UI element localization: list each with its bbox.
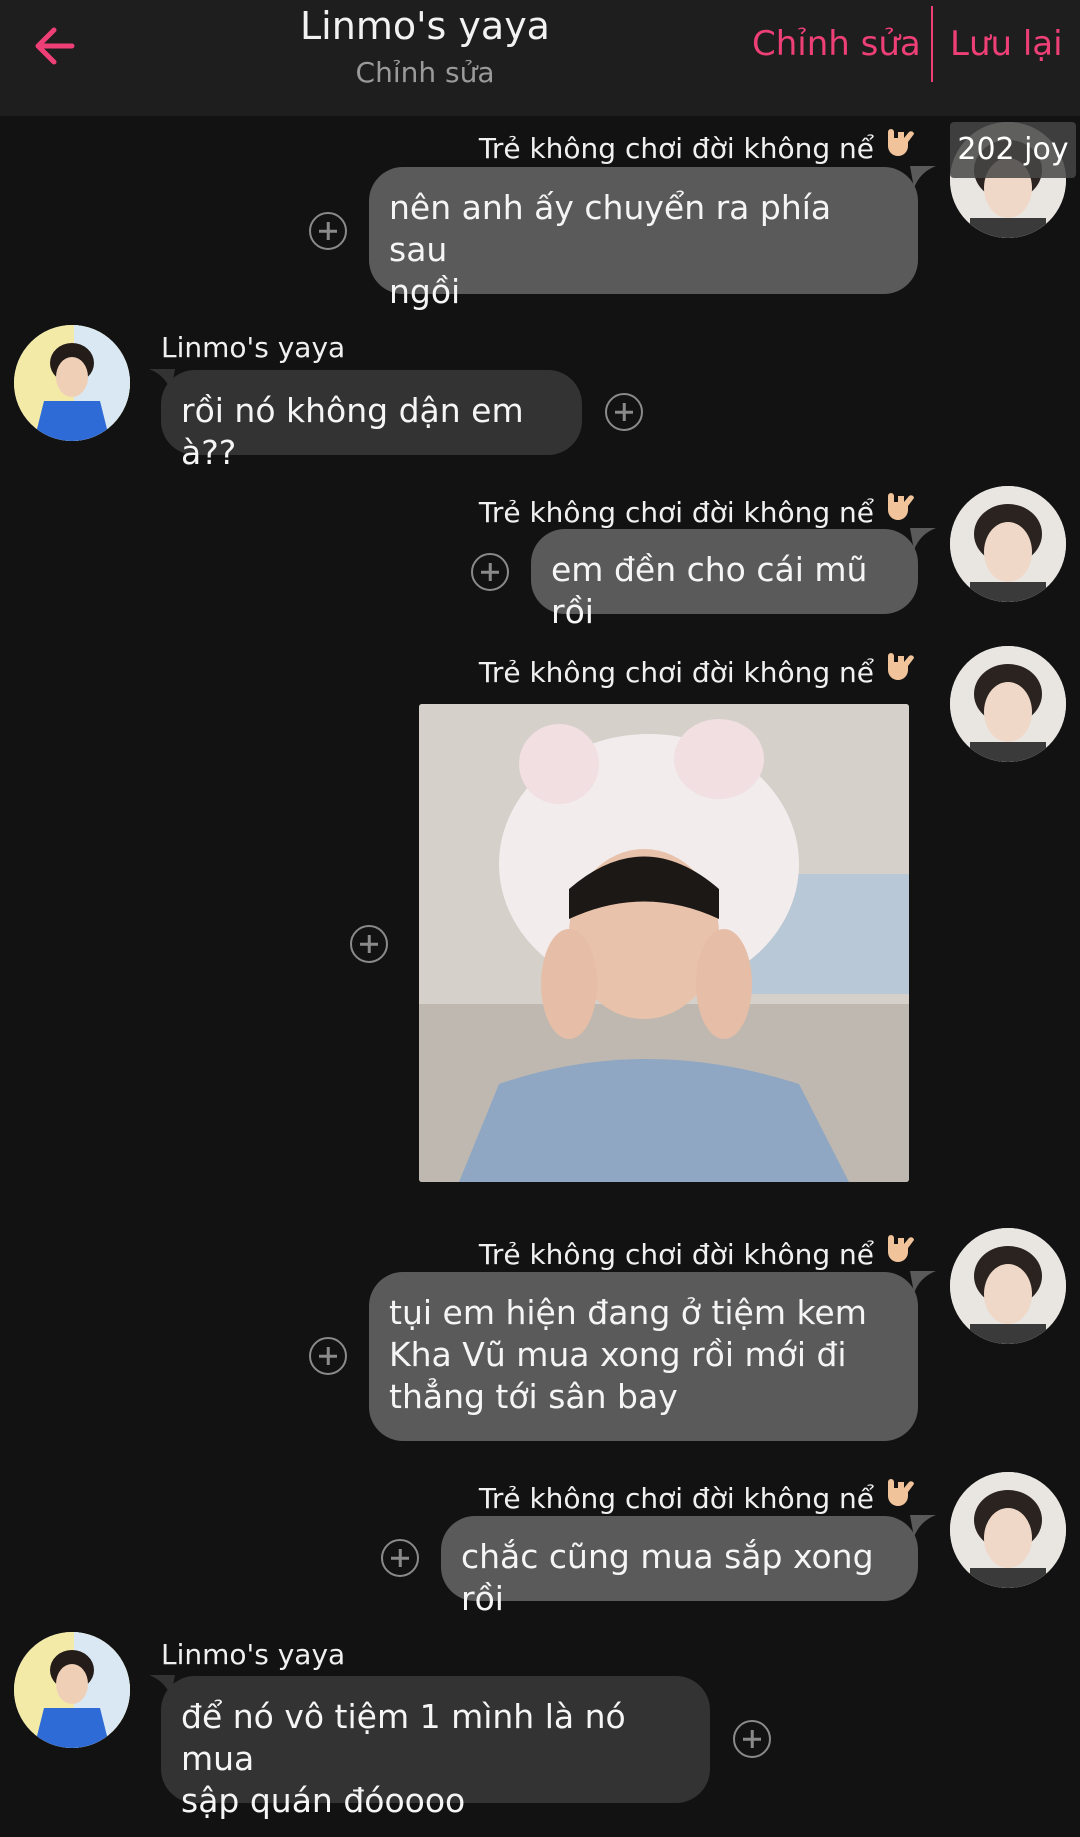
bubble-tail [910,1515,936,1537]
bubble-tail [910,528,936,550]
message-line: rồi nó không dận em à?? [181,391,524,472]
sender-name: Trẻ không chơi đời không nể [479,128,916,169]
save-button[interactable]: Lưu lại [950,24,1063,64]
avatar[interactable] [950,1472,1066,1588]
sender-name: Linmo's yaya [161,331,346,364]
avatar[interactable] [950,486,1066,602]
message-line: thẳng tới sân bay [389,1377,678,1416]
sender-name: Trẻ không chơi đời không nể [479,1478,916,1519]
header-divider [931,6,933,82]
message-line: để nó vô tiệm 1 mình là nó mua [181,1697,626,1778]
sender-name: Trẻ không chơi đời không nể [479,652,916,693]
message-line: ngồi [389,272,461,311]
avatar[interactable] [950,1228,1066,1344]
add-reaction-button[interactable] [471,553,509,591]
message-bubble[interactable]: tụi em hiện đang ở tiệm kem Kha Vũ mua x… [369,1272,918,1441]
sender-name: Trẻ không chơi đời không nể [479,492,916,533]
rock-hand-emoji-icon [880,1478,916,1519]
message-bubble[interactable]: nên anh ấy chuyển ra phía sau ngồi [369,167,918,311]
chat-screen: Linmo's yaya Chỉnh sửa Chỉnh sửa Lưu lại… [0,0,1080,1837]
chat-subtitle: Chỉnh sửa [355,56,495,89]
message-line: Kha Vũ mua xong rồi mới đi [389,1335,847,1374]
chat-title: Linmo's yaya [300,4,550,48]
avatar[interactable] [14,1632,130,1748]
message-line: nên anh ấy chuyển ra phía sau [389,188,832,269]
bubble-tail [910,1271,936,1293]
add-reaction-button[interactable] [605,393,643,431]
count-badge: 202 joy [950,122,1076,178]
message-line: em đền cho cái mũ rồi [551,550,868,631]
message-bubble[interactable]: rồi nó không dận em à?? [161,370,582,472]
message-line: chắc cũng mua sắp xong rồi [461,1537,874,1618]
rock-hand-emoji-icon [880,652,916,693]
avatar[interactable] [950,646,1066,762]
message-bubble[interactable]: em đền cho cái mũ rồi [531,529,918,631]
edit-button[interactable]: Chỉnh sửa [752,24,921,64]
add-reaction-button[interactable] [381,1539,419,1577]
add-reaction-button[interactable] [350,925,388,963]
top-bar: Linmo's yaya Chỉnh sửa Chỉnh sửa Lưu lại [0,0,1080,116]
message-line: tụi em hiện đang ở tiệm kem [389,1293,867,1332]
avatar[interactable] [14,325,130,441]
message-photo[interactable] [419,704,909,1182]
back-arrow-icon[interactable] [28,18,84,74]
message-line: sập quán đóoooo [181,1781,466,1820]
sender-name: Trẻ không chơi đời không nể [479,1234,916,1275]
message-bubble[interactable]: chắc cũng mua sắp xong rồi [441,1516,918,1618]
rock-hand-emoji-icon [880,128,916,169]
bubble-tail [149,1675,175,1697]
rock-hand-emoji-icon [880,492,916,533]
add-reaction-button[interactable] [733,1720,771,1758]
rock-hand-emoji-icon [880,1234,916,1275]
bubble-tail [149,369,175,391]
sender-name: Linmo's yaya [161,1638,346,1671]
add-reaction-button[interactable] [309,212,347,250]
bubble-tail [910,166,936,188]
message-bubble[interactable]: để nó vô tiệm 1 mình là nó mua sập quán … [161,1676,710,1820]
add-reaction-button[interactable] [309,1337,347,1375]
